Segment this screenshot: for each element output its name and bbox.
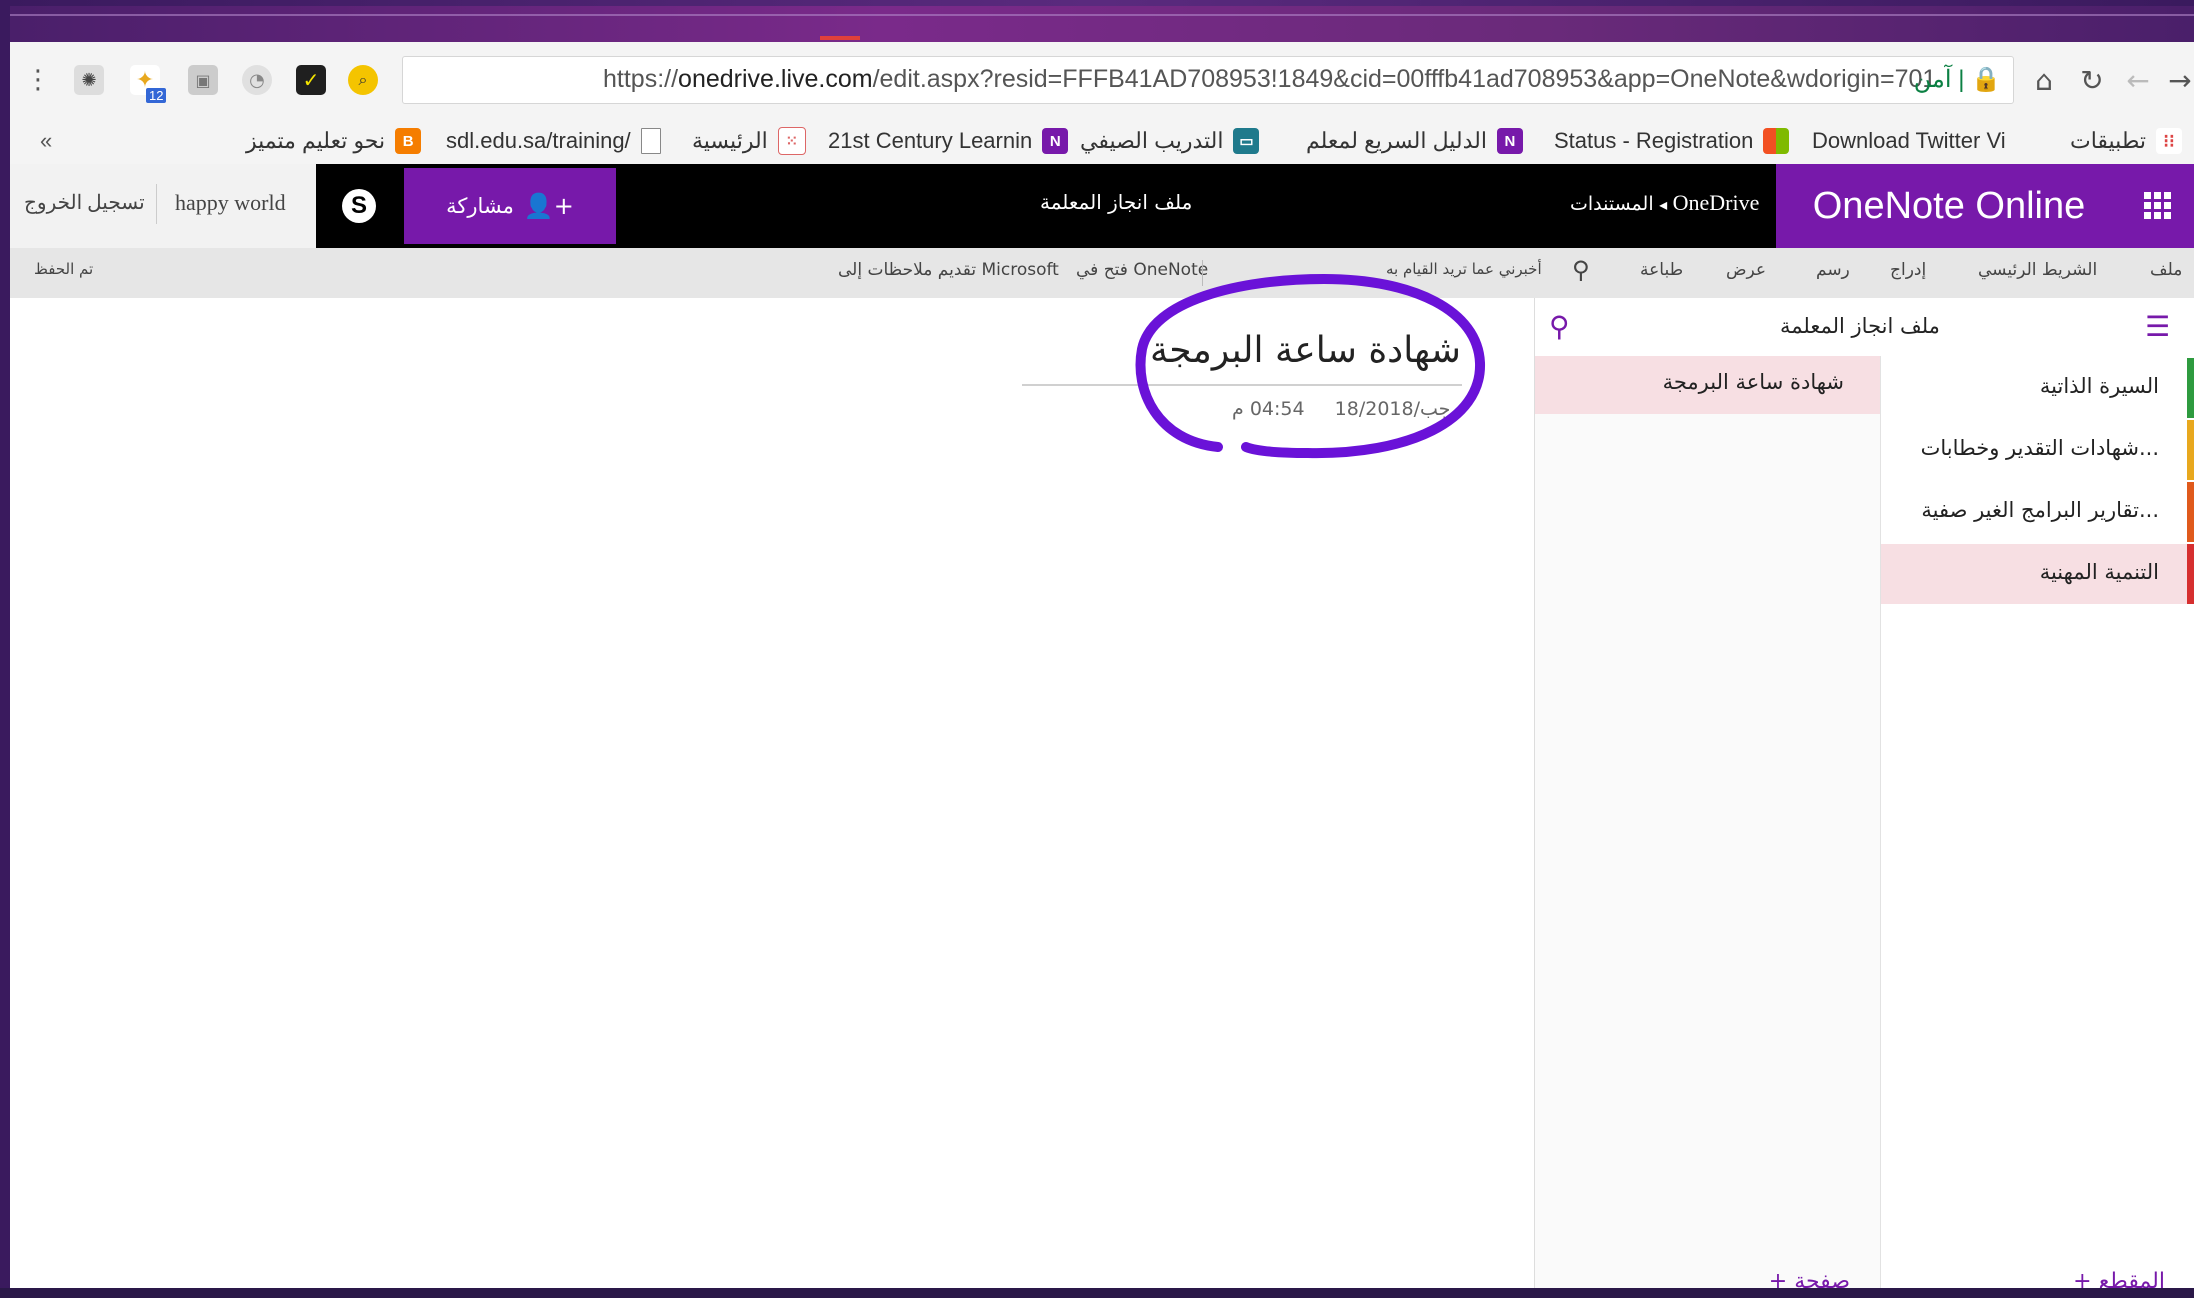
tab-draw[interactable]: رسم (1816, 260, 1850, 280)
bookmark-item[interactable]: sdl.edu.sa/training/ (446, 126, 661, 156)
pages-list: شهادة ساعة البرمجة + صفحة (1535, 356, 1881, 1294)
bookmark-item[interactable]: نحو تعليم متميز B (246, 126, 422, 156)
sign-out-link[interactable]: تسجيل الخروج (24, 190, 145, 215)
page-title[interactable]: شهادة ساعة البرمجة (1150, 330, 1461, 371)
onenote-icon: N (1496, 128, 1523, 154)
onenote-header: تسجيل الخروج happy world S مشاركة 👤+ ملف… (10, 164, 2194, 248)
tab-file[interactable]: ملف (2150, 260, 2182, 280)
user-name[interactable]: happy world (175, 190, 286, 216)
section-item[interactable]: السيرة الذاتية (1881, 358, 2194, 418)
ribbon-tabs: تم الحفظ تقديم ملاحظات إلى Microsoft فتح… (10, 248, 2194, 299)
tab-home[interactable]: الشريط الرئيسي (1978, 260, 2097, 280)
section-item[interactable]: شهادات التقدير وخطابات... (1881, 420, 2194, 480)
bookmark-item[interactable]: 21st Century Learnin N (828, 126, 1069, 156)
lock-icon: 🔒 (1971, 66, 2001, 93)
breadcrumb-onedrive[interactable]: OneDrive (1673, 190, 1760, 215)
bookmarks-bar: « نحو تعليم متميز B sdl.edu.sa/training/… (10, 118, 2194, 165)
notebook-title[interactable]: ملف انجاز المعلمة (1780, 314, 1940, 338)
windows-icon (1763, 128, 1790, 154)
onenote-icon: N (1042, 128, 1069, 154)
app-brand[interactable]: OneNote Online (1776, 164, 2122, 248)
url-text[interactable]: https://onedrive.live.com/edit.aspx?resi… (603, 65, 1936, 94)
page-item-selected[interactable]: شهادة ساعة البرمجة (1535, 356, 1880, 414)
title-underline (1022, 384, 1462, 386)
tab-view[interactable]: عرض (1726, 260, 1766, 280)
page-date: 18/رجب/2018 (1334, 398, 1460, 420)
extension-badge: 12 (146, 88, 167, 103)
browser-window: ⋮ ✺ ✦ 12 ▣ ◔ ✓ ⌕ ☆ https://onedrive.live… (10, 6, 2194, 1294)
sections-list: السيرة الذاتية شهادات التقدير وخطابات...… (1881, 356, 2194, 1294)
skype-button[interactable]: S (316, 164, 402, 248)
saved-status: تم الحفظ (34, 260, 94, 278)
section-item[interactable]: تقارير البرامج الغير صفية... (1881, 482, 2194, 542)
film-extension-icon[interactable]: ✺ (74, 65, 104, 95)
hamburger-menu-icon[interactable]: ☰ (2145, 310, 2170, 343)
pdf-extension-icon[interactable]: ▣ (188, 65, 218, 95)
bookmark-item[interactable]: Download Twitter Vi (1812, 126, 2006, 156)
bookmark-item[interactable]: تطبيقات ⁝⁝ (2070, 126, 2182, 156)
apps-icon: ⁝⁝ (2156, 128, 2182, 154)
notebook-navigation: ⚲ ملف انجاز المعلمة ☰ شهادة ساعة البرمجة… (1534, 298, 2194, 1294)
check-extension-icon[interactable]: ✓ (296, 65, 326, 95)
dots-icon: ⁙ (777, 127, 806, 155)
bookmark-item[interactable]: الدليل السريع لمعلم N (1306, 126, 1523, 156)
address-bar[interactable]: https://onedrive.live.com/edit.aspx?resi… (402, 56, 2014, 104)
feedback-link[interactable]: تقديم ملاحظات إلى Microsoft (838, 260, 1059, 280)
add-person-icon: 👤+ (523, 192, 574, 220)
tab-insert[interactable]: إدراج (1890, 260, 1926, 280)
window-bottom-edge (0, 1288, 2194, 1298)
open-in-onenote-button[interactable]: فتح في OneNote (1076, 260, 1208, 280)
section-item-selected[interactable]: التنمية المهنية (1881, 544, 2194, 604)
bookmark-item[interactable]: Status - Registration (1554, 126, 1790, 156)
page-time: 04:54 م (1232, 398, 1305, 420)
search-icon[interactable]: ⚲ (1549, 310, 1570, 343)
home-icon[interactable]: ⌂ (2026, 62, 2062, 98)
share-button[interactable]: مشاركة 👤+ (404, 168, 616, 244)
app-launcher-icon[interactable] (2122, 164, 2194, 248)
secure-indicator[interactable]: آمن | 🔒 (1914, 65, 2001, 94)
document-title[interactable]: ملف انجاز المعلمة (1040, 190, 1192, 214)
search-extension-icon[interactable]: ⌕ (348, 65, 378, 95)
tab-print[interactable]: طباعة (1640, 260, 1683, 280)
reload-icon[interactable]: ↻ (2074, 62, 2110, 98)
breadcrumb-folder[interactable]: المستندات (1570, 193, 1654, 215)
bookmark-item[interactable]: التدريب الصيفي ▭ (1080, 126, 1260, 156)
browser-tab-strip (10, 6, 2194, 42)
page-icon (640, 128, 661, 154)
notebook-header: ⚲ ملف انجاز المعلمة ☰ (1535, 298, 2194, 357)
page-canvas[interactable]: شهادة ساعة البرمجة 04:54 م 18/رجب/2018 (10, 298, 1534, 1294)
bookmark-item[interactable]: الرئيسية ⁙ (692, 126, 806, 156)
forward-icon[interactable]: ← (2120, 62, 2156, 98)
page-timestamp: 04:54 م 18/رجب/2018 (1232, 398, 1460, 420)
edu-icon: ▭ (1233, 128, 1260, 154)
back-icon[interactable]: → (2162, 62, 2194, 98)
lightbulb-icon: ⚲ (1572, 256, 1590, 284)
user-area: تسجيل الخروج happy world (10, 164, 316, 248)
more-bookmarks-button[interactable]: « (40, 126, 52, 156)
browser-toolbar: ⋮ ✺ ✦ 12 ▣ ◔ ✓ ⌕ ☆ https://onedrive.live… (10, 42, 2194, 119)
menu-dots-icon[interactable]: ⋮ (25, 60, 51, 100)
shield-extension-icon[interactable]: ◔ (242, 65, 272, 95)
blogger-icon: B (395, 128, 422, 154)
skype-icon: S (342, 189, 376, 223)
tell-me-box[interactable]: أخبرني عما تريد القيام به (1386, 260, 1542, 278)
breadcrumb: المستندات ◂ OneDrive (1570, 190, 1760, 215)
